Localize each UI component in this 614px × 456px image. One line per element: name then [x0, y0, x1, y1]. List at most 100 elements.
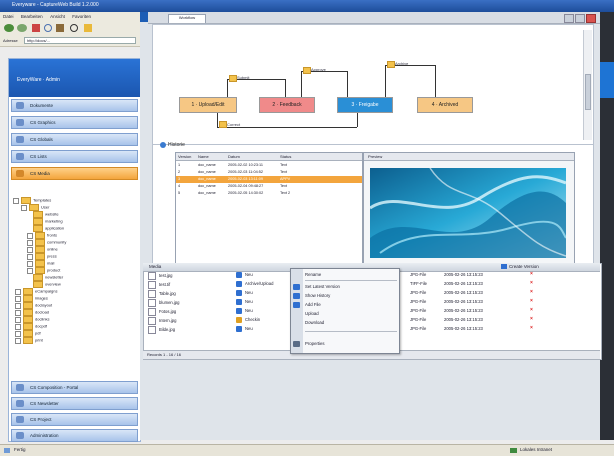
tree-node-docload[interactable]: docload — [15, 309, 49, 316]
tree-node-marketing[interactable]: marketing — [33, 218, 63, 225]
home-icon[interactable] — [56, 24, 64, 32]
col-header-name[interactable]: Name — [198, 154, 209, 159]
menu-edit[interactable]: Bearbeiten — [21, 14, 43, 19]
nav-cs-media[interactable]: CS Media — [11, 167, 138, 180]
col-header-date[interactable]: Datum — [228, 154, 240, 159]
scroll-thumb[interactable] — [585, 74, 591, 110]
expand-icon[interactable] — [27, 232, 33, 239]
expand-icon[interactable] — [27, 260, 33, 267]
expand-icon[interactable] — [13, 197, 19, 204]
expand-icon[interactable] — [15, 295, 21, 302]
file-row[interactable]: Table.jpg — [148, 290, 176, 298]
tree-node-pdf[interactable]: pdf — [15, 330, 41, 337]
nav-cs-graphics[interactable]: CS Graphics — [11, 116, 138, 129]
menu-view[interactable]: Ansicht — [50, 14, 65, 19]
refresh-icon[interactable] — [44, 24, 52, 32]
tree-node-mail[interactable]: mail — [27, 260, 54, 267]
expand-icon[interactable] — [15, 302, 21, 309]
menu-favorites[interactable]: Favoriten — [72, 14, 91, 19]
expand-icon[interactable] — [27, 246, 33, 253]
tree-node-online[interactable]: online — [27, 246, 58, 253]
file-row[interactable]: Bilde.jpg — [148, 326, 175, 334]
tree-node-community[interactable]: community — [27, 239, 66, 246]
create-version-button[interactable]: Create Version — [509, 264, 539, 269]
minimize-icon[interactable] — [564, 14, 574, 23]
menu-item-set-latest-version[interactable]: Set Latest Version — [305, 282, 340, 291]
delete-icon[interactable]: × — [530, 298, 533, 304]
expand-icon[interactable] — [15, 337, 21, 344]
delete-icon[interactable]: × — [530, 280, 533, 286]
expand-icon[interactable] — [15, 330, 21, 337]
expand-icon[interactable] — [15, 316, 21, 323]
workflow-node-feedback[interactable]: 2 · Feedback — [259, 97, 315, 113]
address-input[interactable]: http://docs/... — [24, 37, 136, 44]
menu-item-download[interactable]: Download — [305, 318, 324, 327]
history-row-selected[interactable]: 3 doc_name 2005-02-03 13:11:09 APPV — [176, 176, 362, 183]
menu-item-show-history[interactable]: Show History — [305, 291, 330, 300]
expand-icon[interactable] — [27, 253, 33, 260]
expand-icon[interactable] — [15, 288, 21, 295]
tree-node-product[interactable]: product — [27, 267, 60, 274]
favorites-icon[interactable] — [84, 24, 92, 32]
col-header-version[interactable]: Version — [178, 154, 191, 159]
tree-node-newsletter[interactable]: newsletter — [33, 274, 63, 281]
tree-node-user[interactable]: User — [21, 204, 49, 211]
file-row[interactable]: test.tif — [148, 281, 170, 289]
file-row[interactable]: Intern.jpg — [148, 317, 176, 325]
menu-item-upload[interactable]: Upload — [305, 309, 319, 318]
delete-icon[interactable]: × — [530, 289, 533, 295]
nav-cs-composition-portal[interactable]: CS Composition - Portal — [11, 381, 138, 394]
menu-item-rename[interactable]: Rename — [305, 270, 321, 279]
history-row[interactable]: 5 doc_name 2005-02-05 14:30:02 Text 2 — [176, 190, 362, 197]
tab-workflow[interactable]: Workflow — [168, 14, 206, 23]
tree-node-press[interactable]: press — [27, 253, 57, 260]
tree-node-print[interactable]: print — [15, 337, 43, 344]
expand-icon[interactable] — [15, 309, 21, 316]
nav-cs-globals[interactable]: CS Globals — [11, 133, 138, 146]
expand-icon[interactable] — [27, 267, 33, 274]
maximize-icon[interactable] — [575, 14, 585, 23]
workflow-node-upload[interactable]: 1 · Upload/Edit — [179, 97, 237, 113]
stop-icon[interactable] — [32, 24, 40, 32]
tree-node-images[interactable]: images — [15, 295, 48, 302]
workflow-node-archived[interactable]: 4 · Archived — [417, 97, 473, 113]
tree-node-ecampaigns[interactable]: eCampaigns — [15, 288, 57, 295]
history-collapse-icon[interactable] — [160, 142, 166, 148]
workflow-node-freigabe[interactable]: 3 · Freigabe — [337, 97, 393, 113]
back-icon[interactable] — [4, 24, 14, 32]
tree-node-doclinks[interactable]: doclinks — [15, 316, 49, 323]
forward-icon[interactable] — [17, 24, 27, 32]
menu-file[interactable]: Datei — [3, 14, 14, 19]
nav-cs-lists[interactable]: CS Lists — [11, 150, 138, 163]
menu-item-add-file[interactable]: Add File — [305, 300, 321, 309]
delete-icon[interactable]: × — [530, 325, 533, 331]
tree-node-overview[interactable]: overview — [33, 281, 61, 288]
nav-cs-newsletter[interactable]: CS Newsletter — [11, 397, 138, 410]
file-row[interactable]: blumen.jpg — [148, 299, 180, 307]
tree-node-templates[interactable]: Templates — [13, 197, 51, 204]
delete-icon[interactable]: × — [530, 271, 533, 277]
delete-icon[interactable]: × — [530, 307, 533, 313]
history-row[interactable]: 1 doc_name 2005-02-02 10:23:11 Text — [176, 162, 362, 169]
close-icon[interactable] — [586, 14, 596, 23]
expand-icon[interactable] — [15, 323, 21, 330]
workflow-scrollbar[interactable] — [583, 30, 592, 140]
nav-dokumente[interactable]: Dokumente — [11, 99, 138, 112]
menu-item-properties[interactable]: Properties — [305, 339, 325, 348]
history-row[interactable]: 4 doc_name 2005-02-04 09:48:27 Text — [176, 183, 362, 190]
tree-node-docpdf[interactable]: docpdf — [15, 323, 47, 330]
tree-node-application[interactable]: application — [33, 225, 64, 232]
tree-node-fronts[interactable]: fronts — [27, 232, 57, 239]
nav-administration[interactable]: Administration — [11, 429, 138, 442]
history-row[interactable]: 2 doc_name 2005-02-03 11:04:52 Text — [176, 169, 362, 176]
search-icon[interactable] — [70, 24, 78, 32]
delete-icon[interactable]: × — [530, 316, 533, 322]
expand-icon[interactable] — [21, 204, 27, 211]
tree-node-doclayout[interactable]: doclayout — [15, 302, 52, 309]
expand-icon[interactable] — [27, 239, 33, 246]
nav-cs-project[interactable]: CS Project — [11, 413, 138, 426]
file-row[interactable]: Fotos.jpg — [148, 308, 176, 316]
file-row[interactable]: test.jpg — [148, 272, 173, 280]
tree-node-website[interactable]: website — [33, 211, 59, 218]
col-header-status[interactable]: Status — [280, 154, 291, 159]
